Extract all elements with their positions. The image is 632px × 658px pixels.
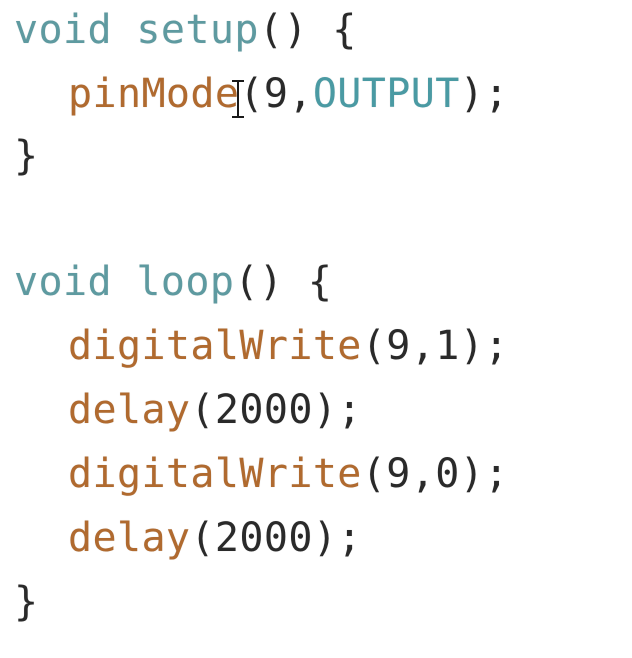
code-line-setup-signature: void setup() { <box>14 2 357 58</box>
parens: () <box>234 259 284 305</box>
keyword-void: void <box>14 7 112 53</box>
call-arguments: (9,1); <box>361 323 509 369</box>
call-arguments: (2000); <box>190 515 362 561</box>
comma: , <box>288 71 313 117</box>
code-line-loop-signature: void loop() { <box>14 254 332 310</box>
code-line-loop-close: } <box>14 574 38 630</box>
code-line-setup-close: } <box>14 128 38 184</box>
close-paren-semicolon: ); <box>459 71 509 117</box>
open-paren: ( <box>232 71 263 118</box>
function-call-delay: delay <box>68 515 191 561</box>
close-brace: } <box>14 133 39 179</box>
keyword-void: void <box>14 259 112 305</box>
call-arguments: (9,0); <box>361 451 509 497</box>
code-line-digitalwrite-low: digitalWrite(9,0); <box>68 446 509 502</box>
function-name-setup: setup <box>136 7 259 53</box>
open-brace: { <box>307 259 333 305</box>
close-brace: } <box>14 579 39 625</box>
function-name-loop: loop <box>136 259 235 305</box>
constant-output: OUTPUT <box>312 71 460 117</box>
text-cursor-ibeam-icon <box>231 71 245 127</box>
function-call-digitalwrite: digitalWrite <box>68 451 362 497</box>
code-line-digitalwrite-high: digitalWrite(9,1); <box>68 318 509 374</box>
code-line-pinmode: pinMode (9,OUTPUT); <box>68 66 509 122</box>
code-line-delay-1: delay(2000); <box>68 382 362 438</box>
call-arguments: (2000); <box>190 387 362 433</box>
function-call-pinmode: pinMode <box>68 71 240 117</box>
pin-number: 9 <box>263 71 289 117</box>
open-brace: { <box>332 7 357 53</box>
code-line-delay-2: delay(2000); <box>68 510 362 566</box>
code-editor[interactable]: void setup() { pinMode (9,OUTPUT); } void… <box>0 0 632 658</box>
function-call-digitalwrite: digitalWrite <box>68 323 362 369</box>
function-call-delay: delay <box>68 387 191 433</box>
parens: () <box>258 7 308 53</box>
